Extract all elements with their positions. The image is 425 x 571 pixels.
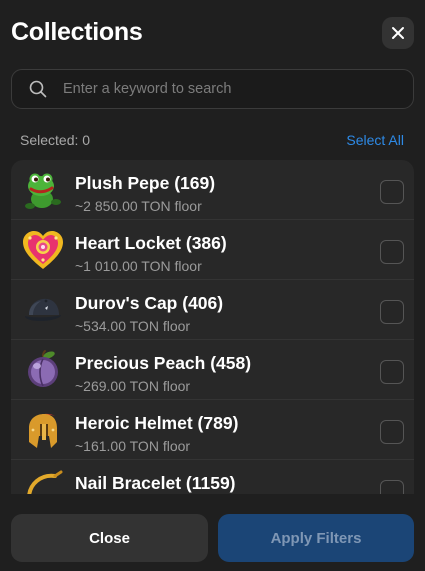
collection-item-precious-peach[interactable]: Precious Peach (458) ~269.00 TON floor xyxy=(11,340,414,400)
frog-icon xyxy=(21,168,65,212)
helmet-icon xyxy=(21,408,65,452)
collection-checkbox[interactable] xyxy=(380,240,404,264)
cap-icon xyxy=(21,288,65,332)
collection-name: Heroic Helmet (789) xyxy=(75,413,239,433)
heart-locket-icon xyxy=(21,228,65,272)
collection-item-plush-pepe[interactable]: Plush Pepe (169) ~2 850.00 TON floor xyxy=(11,160,414,220)
select-all-link[interactable]: Select All xyxy=(346,132,404,148)
collections-list[interactable]: Plush Pepe (169) ~2 850.00 TON floor Hea… xyxy=(11,160,414,494)
peach-icon xyxy=(21,348,65,392)
collection-floor-price: ~161.00 TON floor xyxy=(75,438,191,454)
collection-checkbox[interactable] xyxy=(380,180,404,204)
collection-checkbox[interactable] xyxy=(380,360,404,384)
collection-floor-price: ~269.00 TON floor xyxy=(75,378,191,394)
search-icon xyxy=(29,80,47,98)
collection-name: Plush Pepe (169) xyxy=(75,173,216,193)
collection-item-durovs-cap[interactable]: Durov's Cap (406) ~534.00 TON floor xyxy=(11,280,414,340)
collection-floor-price: ~2 850.00 TON floor xyxy=(75,198,202,214)
header: Collections xyxy=(0,0,425,64)
close-dialog-button[interactable] xyxy=(382,17,414,49)
close-icon xyxy=(392,27,404,39)
collection-name: Heart Locket (386) xyxy=(75,233,227,253)
collection-name: Durov's Cap (406) xyxy=(75,293,224,313)
page-title: Collections xyxy=(11,18,143,46)
bracelet-icon xyxy=(21,468,65,494)
search-bar[interactable] xyxy=(11,69,414,109)
collection-floor-price: ~534.00 TON floor xyxy=(75,318,191,334)
collection-item-nail-bracelet[interactable]: Nail Bracelet (1159) xyxy=(11,460,414,494)
search-input[interactable] xyxy=(63,70,413,108)
selected-count: Selected: 0 xyxy=(20,132,91,148)
close-button[interactable]: Close xyxy=(11,514,208,562)
collection-floor-price: ~1 010.00 TON floor xyxy=(75,258,202,274)
collection-checkbox[interactable] xyxy=(380,480,404,494)
collection-item-heroic-helmet[interactable]: Heroic Helmet (789) ~161.00 TON floor xyxy=(11,400,414,460)
collection-name: Nail Bracelet (1159) xyxy=(75,473,236,493)
collection-name: Precious Peach (458) xyxy=(75,353,252,373)
collection-checkbox[interactable] xyxy=(380,300,404,324)
collection-item-heart-locket[interactable]: Heart Locket (386) ~1 010.00 TON floor xyxy=(11,220,414,280)
footer: Close Apply Filters xyxy=(0,494,425,571)
apply-filters-button[interactable]: Apply Filters xyxy=(218,514,414,562)
collection-checkbox[interactable] xyxy=(380,420,404,444)
